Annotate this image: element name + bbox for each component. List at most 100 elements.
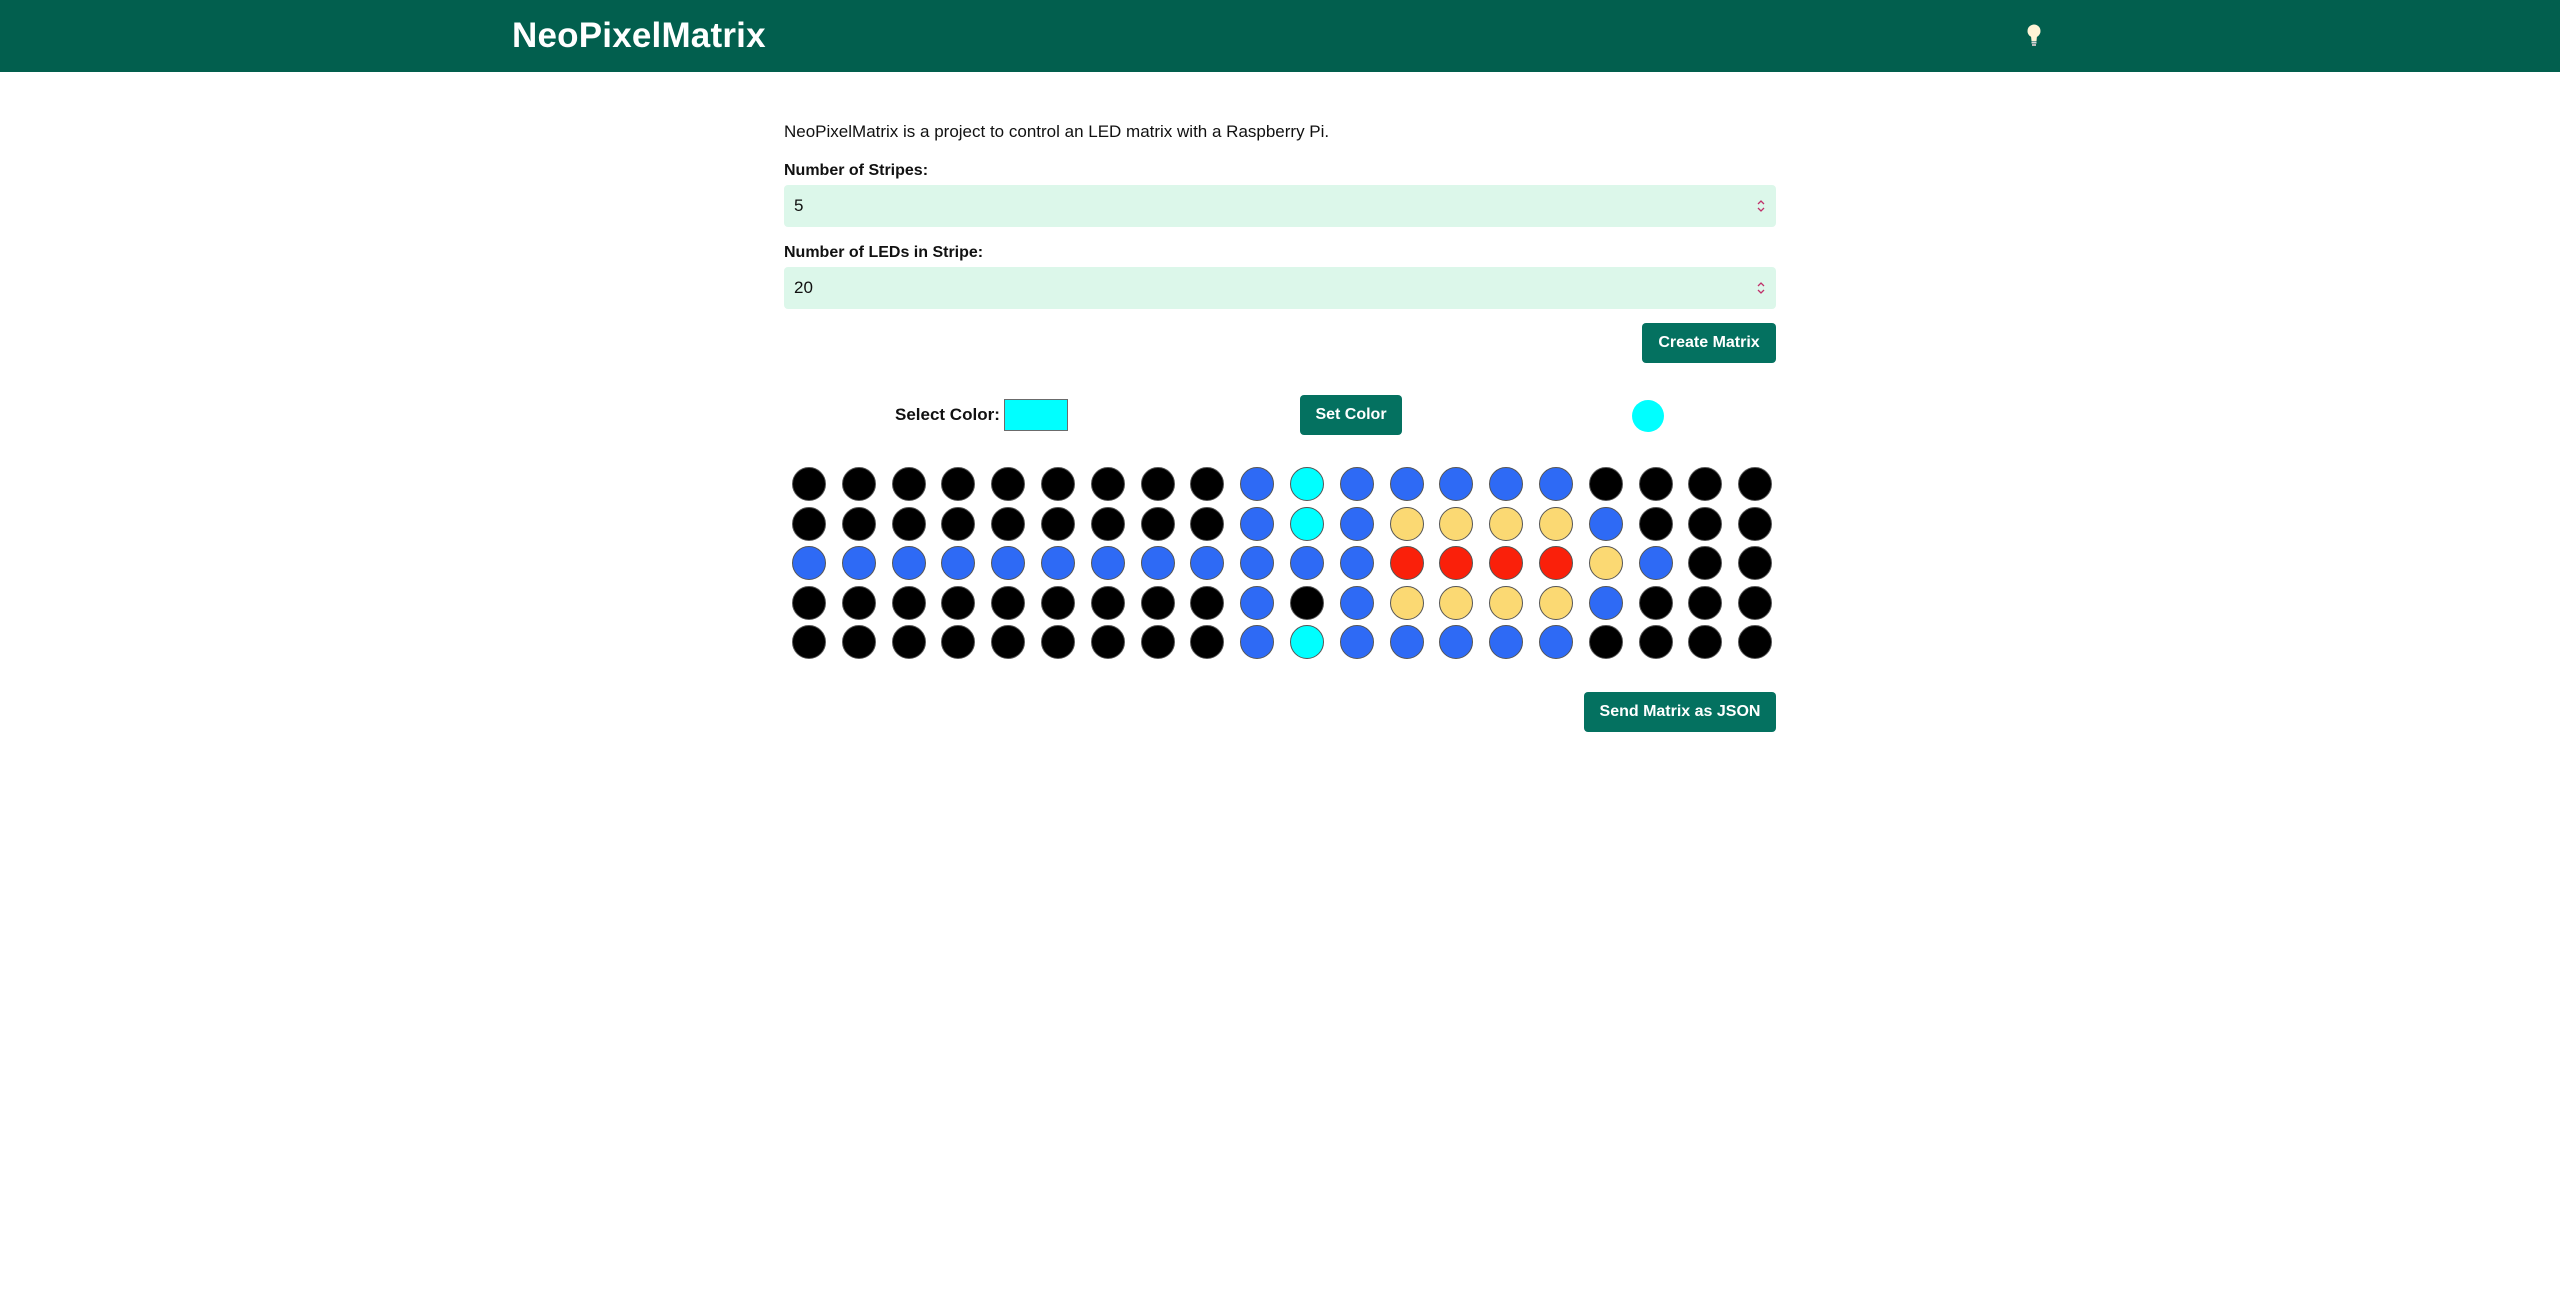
send-json-button[interactable]: Send Matrix as JSON xyxy=(1584,692,1776,732)
led-cell[interactable] xyxy=(1041,585,1075,620)
led-cell[interactable] xyxy=(1588,546,1623,580)
led-cell[interactable] xyxy=(792,467,826,501)
led-cell[interactable] xyxy=(1539,546,1573,580)
led-cell[interactable] xyxy=(1588,467,1623,501)
led-cell[interactable] xyxy=(1290,546,1324,580)
led-cell[interactable] xyxy=(792,585,826,620)
led-cell[interactable] xyxy=(1190,585,1225,620)
led-cell[interactable] xyxy=(1290,625,1324,659)
led-cell[interactable] xyxy=(1588,585,1623,620)
led-cell[interactable] xyxy=(941,506,976,541)
led-cell[interactable] xyxy=(941,467,976,501)
led-cell[interactable] xyxy=(1290,467,1324,501)
led-cell[interactable] xyxy=(1240,546,1275,580)
led-cell[interactable] xyxy=(1090,585,1125,620)
led-cell[interactable] xyxy=(891,546,926,580)
led-cell[interactable] xyxy=(1339,625,1374,659)
led-cell[interactable] xyxy=(991,585,1026,620)
led-cell[interactable] xyxy=(1638,467,1673,501)
stripes-input[interactable]: 5 xyxy=(784,185,1776,227)
led-cell[interactable] xyxy=(1539,585,1573,620)
led-cell[interactable] xyxy=(1489,506,1524,541)
led-cell[interactable] xyxy=(1339,467,1374,501)
led-cell[interactable] xyxy=(941,625,976,659)
led-cell[interactable] xyxy=(1489,625,1524,659)
led-cell[interactable] xyxy=(1190,625,1225,659)
led-cell[interactable] xyxy=(1688,467,1723,501)
led-cell[interactable] xyxy=(841,506,876,541)
led-cell[interactable] xyxy=(1638,506,1673,541)
stepper-icon[interactable] xyxy=(1756,279,1766,297)
led-cell[interactable] xyxy=(1539,506,1573,541)
led-cell[interactable] xyxy=(1439,467,1474,501)
led-cell[interactable] xyxy=(1240,585,1275,620)
led-cell[interactable] xyxy=(1389,506,1424,541)
led-cell[interactable] xyxy=(1090,546,1125,580)
stepper-icon[interactable] xyxy=(1756,197,1766,215)
led-cell[interactable] xyxy=(991,546,1026,580)
led-cell[interactable] xyxy=(1688,506,1723,541)
led-cell[interactable] xyxy=(941,585,976,620)
led-cell[interactable] xyxy=(1190,467,1225,501)
led-cell[interactable] xyxy=(1389,467,1424,501)
led-cell[interactable] xyxy=(1588,506,1623,541)
led-cell[interactable] xyxy=(792,546,826,580)
led-cell[interactable] xyxy=(1290,585,1324,620)
led-cell[interactable] xyxy=(1738,506,1773,541)
led-cell[interactable] xyxy=(1041,625,1075,659)
led-cell[interactable] xyxy=(1041,506,1075,541)
color-picker-input[interactable] xyxy=(1004,399,1068,431)
led-cell[interactable] xyxy=(1688,625,1723,659)
led-cell[interactable] xyxy=(1688,585,1723,620)
led-cell[interactable] xyxy=(891,467,926,501)
leds-input[interactable]: 20 xyxy=(784,267,1776,309)
led-cell[interactable] xyxy=(1489,546,1524,580)
led-cell[interactable] xyxy=(841,546,876,580)
led-cell[interactable] xyxy=(1588,625,1623,659)
led-cell[interactable] xyxy=(1339,506,1374,541)
led-cell[interactable] xyxy=(1140,546,1175,580)
led-cell[interactable] xyxy=(1090,625,1125,659)
led-cell[interactable] xyxy=(1389,546,1424,580)
led-cell[interactable] xyxy=(1489,467,1524,501)
lightbulb-icon[interactable] xyxy=(2024,22,2044,50)
led-cell[interactable] xyxy=(792,625,826,659)
set-color-button[interactable]: Set Color xyxy=(1300,395,1402,435)
led-cell[interactable] xyxy=(1688,546,1723,580)
led-cell[interactable] xyxy=(1539,625,1573,659)
led-cell[interactable] xyxy=(1389,625,1424,659)
led-cell[interactable] xyxy=(1140,625,1175,659)
led-cell[interactable] xyxy=(941,546,976,580)
led-cell[interactable] xyxy=(1240,506,1275,541)
led-cell[interactable] xyxy=(1041,546,1075,580)
led-cell[interactable] xyxy=(1190,546,1225,580)
led-cell[interactable] xyxy=(891,625,926,659)
led-cell[interactable] xyxy=(1041,467,1075,501)
led-cell[interactable] xyxy=(991,506,1026,541)
led-cell[interactable] xyxy=(1240,467,1275,501)
led-cell[interactable] xyxy=(1339,546,1374,580)
led-cell[interactable] xyxy=(1439,506,1474,541)
led-cell[interactable] xyxy=(1140,585,1175,620)
led-cell[interactable] xyxy=(1439,625,1474,659)
led-cell[interactable] xyxy=(1140,506,1175,541)
led-cell[interactable] xyxy=(841,625,876,659)
led-cell[interactable] xyxy=(1339,585,1374,620)
create-matrix-button[interactable]: Create Matrix xyxy=(1642,323,1776,363)
led-cell[interactable] xyxy=(1738,546,1773,580)
led-cell[interactable] xyxy=(891,585,926,620)
led-cell[interactable] xyxy=(1738,585,1773,620)
led-cell[interactable] xyxy=(991,467,1026,501)
led-cell[interactable] xyxy=(1190,506,1225,541)
led-cell[interactable] xyxy=(841,585,876,620)
led-cell[interactable] xyxy=(1140,467,1175,501)
led-cell[interactable] xyxy=(841,467,876,501)
led-cell[interactable] xyxy=(1738,625,1773,659)
led-cell[interactable] xyxy=(1439,585,1474,620)
brand-title[interactable]: NeoPixelMatrix xyxy=(512,16,766,56)
led-cell[interactable] xyxy=(1638,585,1673,620)
led-cell[interactable] xyxy=(1290,506,1324,541)
led-cell[interactable] xyxy=(1738,467,1773,501)
led-cell[interactable] xyxy=(1638,625,1673,659)
led-cell[interactable] xyxy=(1240,625,1275,659)
